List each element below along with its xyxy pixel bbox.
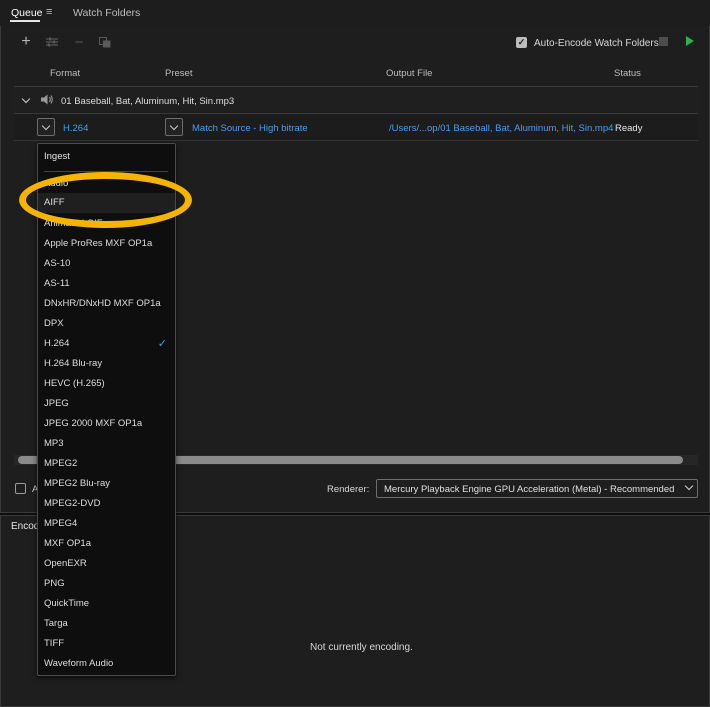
checkmark-icon: ✓ xyxy=(157,338,167,350)
active-tab-indicator xyxy=(10,20,40,22)
format-dropdown-button[interactable] xyxy=(37,118,55,136)
chevron-down-icon xyxy=(169,121,179,130)
stop-after-checkbox[interactable] xyxy=(15,483,26,494)
start-queue-icon[interactable] xyxy=(686,36,694,46)
menu-item-as-10[interactable]: AS-10 xyxy=(38,254,175,274)
menu-item-mpeg2[interactable]: MPEG2 xyxy=(38,454,175,474)
menu-item-mpeg2-bluray[interactable]: MPEG2 Blu-ray xyxy=(38,474,175,494)
auto-encode-checkbox[interactable]: ✓ xyxy=(516,37,527,48)
menu-item-quicktime[interactable]: QuickTime xyxy=(38,594,175,614)
menu-item-mxf-op1a[interactable]: MXF OP1a xyxy=(38,534,175,554)
column-header-preset[interactable]: Preset xyxy=(165,68,192,79)
menu-item-apple-prores-mxf[interactable]: Apple ProRes MXF OP1a xyxy=(38,234,175,254)
check-icon: ✓ xyxy=(517,37,526,47)
column-header-output-file[interactable]: Output File xyxy=(386,68,432,79)
auto-encode-label: Auto-Encode Watch Folders xyxy=(534,38,659,49)
menu-item-label: H.264 xyxy=(44,338,70,349)
column-header-status[interactable]: Status xyxy=(614,68,641,79)
preset-dropdown-button[interactable] xyxy=(165,118,183,136)
duplicate-icon[interactable] xyxy=(99,37,111,51)
menu-item-mpeg4[interactable]: MPEG4 xyxy=(38,514,175,534)
tab-watch-folders[interactable]: Watch Folders xyxy=(73,7,140,19)
encoding-status: Not currently encoding. xyxy=(310,642,413,653)
status-text: Ready xyxy=(615,123,643,134)
renderer-value[interactable]: Mercury Playback Engine GPU Acceleration… xyxy=(384,484,674,495)
menu-item-tiff[interactable]: TIFF xyxy=(38,634,175,654)
menu-item-jpeg2000[interactable]: JPEG 2000 MXF OP1a xyxy=(38,414,175,434)
menu-item-as-11[interactable]: AS-11 xyxy=(38,274,175,294)
menu-header-ingest: Ingest xyxy=(44,151,70,162)
panel-menu-icon[interactable]: ≡ xyxy=(46,6,52,18)
speaker-icon xyxy=(40,94,54,108)
menu-item-mpeg2-dvd[interactable]: MPEG2-DVD xyxy=(38,494,175,514)
menu-item-targa[interactable]: Targa xyxy=(38,614,175,634)
menu-item-hevc[interactable]: HEVC (H.265) xyxy=(38,374,175,394)
renderer-label: Renderer: xyxy=(327,484,370,495)
stop-queue-icon[interactable] xyxy=(659,37,668,46)
menu-item-mp3[interactable]: MP3 xyxy=(38,434,175,454)
menu-item-dpx[interactable]: DPX xyxy=(38,314,175,334)
encoding-panel-title[interactable]: Encod xyxy=(11,521,39,532)
menu-item-png[interactable]: PNG xyxy=(38,574,175,594)
column-header-format[interactable]: Format xyxy=(50,68,80,79)
format-link[interactable]: H.264 xyxy=(63,123,88,134)
settings-sliders-icon[interactable] xyxy=(46,37,58,50)
add-source-icon[interactable]: + xyxy=(19,33,33,51)
remove-icon[interactable]: − xyxy=(72,34,86,51)
output-file-link[interactable]: /Users/...op/01 Baseball, Bat, Aluminum,… xyxy=(389,123,613,134)
menu-item-waveform-audio[interactable]: Waveform Audio xyxy=(38,654,175,674)
menu-item-h264[interactable]: H.264 ✓ xyxy=(38,334,175,354)
menu-item-jpeg[interactable]: JPEG xyxy=(38,394,175,414)
source-file-name: 01 Baseball, Bat, Aluminum, Hit, Sin.mp3 xyxy=(61,96,235,107)
preset-link[interactable]: Match Source - High bitrate xyxy=(192,123,308,134)
menu-item-dnxhr-dnxhd[interactable]: DNxHR/DNxHD MXF OP1a xyxy=(38,294,175,314)
menu-item-h264-bluray[interactable]: H.264 Blu-ray xyxy=(38,354,175,374)
chevron-down-icon xyxy=(41,121,51,130)
highlight-ellipse-annotation xyxy=(19,172,192,228)
menu-item-openexr[interactable]: OpenEXR xyxy=(38,554,175,574)
tab-queue[interactable]: Queue xyxy=(11,7,43,19)
